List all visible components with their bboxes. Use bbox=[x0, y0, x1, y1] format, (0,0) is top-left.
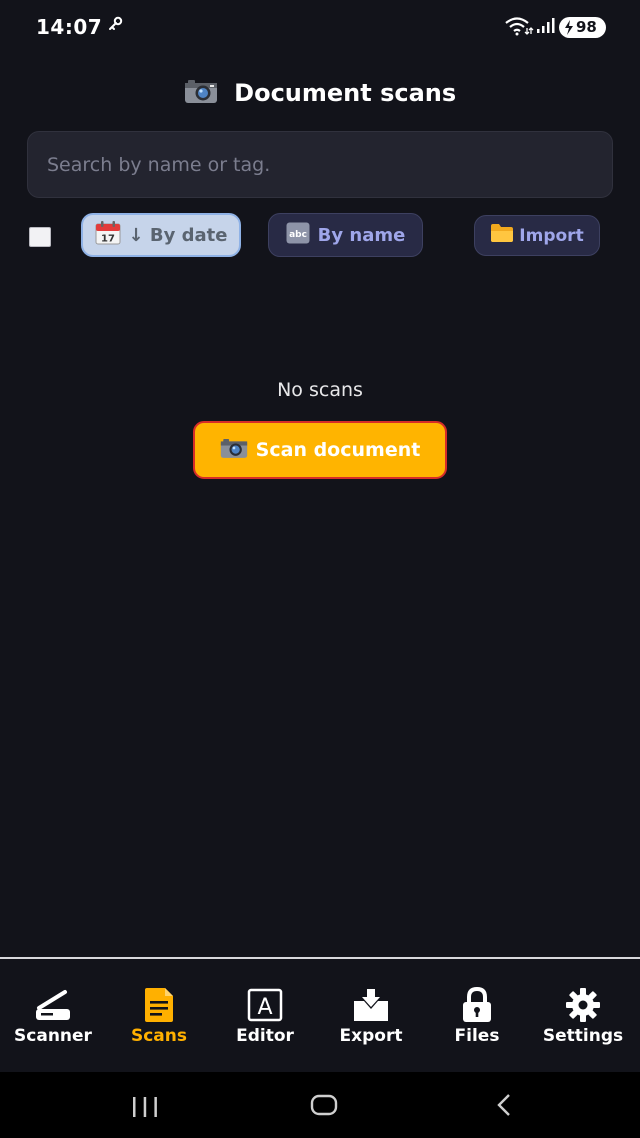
nav-item-files[interactable]: Files bbox=[424, 959, 530, 1072]
wifi-icon bbox=[504, 16, 534, 40]
scan-document-label: Scan document bbox=[255, 439, 421, 461]
empty-state-message: No scans bbox=[277, 379, 363, 401]
search-input[interactable] bbox=[28, 132, 612, 197]
lock-icon bbox=[424, 987, 530, 1023]
sort-by-name-label: By name bbox=[317, 224, 406, 246]
nav-item-scanner[interactable]: Scanner bbox=[0, 959, 106, 1072]
svg-text:abc: abc bbox=[289, 230, 307, 240]
scan-document-button[interactable]: Scan document bbox=[193, 421, 447, 479]
key-icon bbox=[107, 16, 123, 36]
signal-icon bbox=[536, 18, 556, 38]
folder-icon bbox=[490, 223, 514, 248]
nav-label: Export bbox=[339, 1026, 403, 1046]
sort-by-date-button[interactable]: 17 ↓ By date bbox=[81, 213, 241, 257]
nav-item-editor[interactable]: A Editor bbox=[212, 959, 318, 1072]
home-icon[interactable] bbox=[310, 1094, 338, 1120]
camera-icon bbox=[184, 78, 218, 110]
nav-label: Scanner bbox=[14, 1026, 92, 1046]
page-title: Document scans bbox=[0, 78, 640, 110]
editor-icon: A bbox=[212, 987, 318, 1023]
nav-item-settings[interactable]: Settings bbox=[530, 959, 636, 1072]
select-all-checkbox[interactable] bbox=[29, 227, 51, 247]
sort-by-name-button[interactable]: abc By name bbox=[268, 213, 423, 257]
nav-label: Editor bbox=[236, 1026, 294, 1046]
export-icon bbox=[318, 987, 424, 1023]
svg-text:A: A bbox=[257, 995, 272, 1020]
import-label: Import bbox=[519, 225, 584, 246]
search-box bbox=[27, 131, 613, 198]
calendar-icon: 17 bbox=[95, 220, 121, 250]
back-icon[interactable] bbox=[494, 1093, 514, 1121]
svg-text:17: 17 bbox=[101, 233, 115, 244]
nav-label: Files bbox=[454, 1026, 500, 1046]
abc-icon: abc bbox=[286, 222, 310, 249]
battery-charging-icon: 98 bbox=[559, 17, 606, 38]
scanner-icon bbox=[0, 987, 106, 1023]
bottom-nav: Scanner Scans A Editor Export Files Sett… bbox=[0, 959, 640, 1072]
document-icon bbox=[106, 987, 212, 1023]
import-button[interactable]: Import bbox=[474, 215, 600, 256]
status-time: 14:07 bbox=[36, 15, 103, 39]
sort-by-date-label: ↓ By date bbox=[128, 224, 228, 246]
nav-label: Scans bbox=[130, 1026, 187, 1046]
system-nav-bar bbox=[0, 1072, 640, 1138]
gear-icon bbox=[530, 987, 636, 1023]
camera-icon bbox=[220, 437, 248, 464]
page-title-text: Document scans bbox=[234, 79, 457, 107]
recent-apps-icon[interactable] bbox=[131, 1096, 159, 1122]
nav-label: Settings bbox=[542, 1026, 624, 1046]
nav-item-export[interactable]: Export bbox=[318, 959, 424, 1072]
nav-item-scans[interactable]: Scans bbox=[106, 959, 212, 1072]
status-bar: 14:07 98 bbox=[0, 0, 640, 56]
battery-level: 98 bbox=[576, 18, 597, 36]
